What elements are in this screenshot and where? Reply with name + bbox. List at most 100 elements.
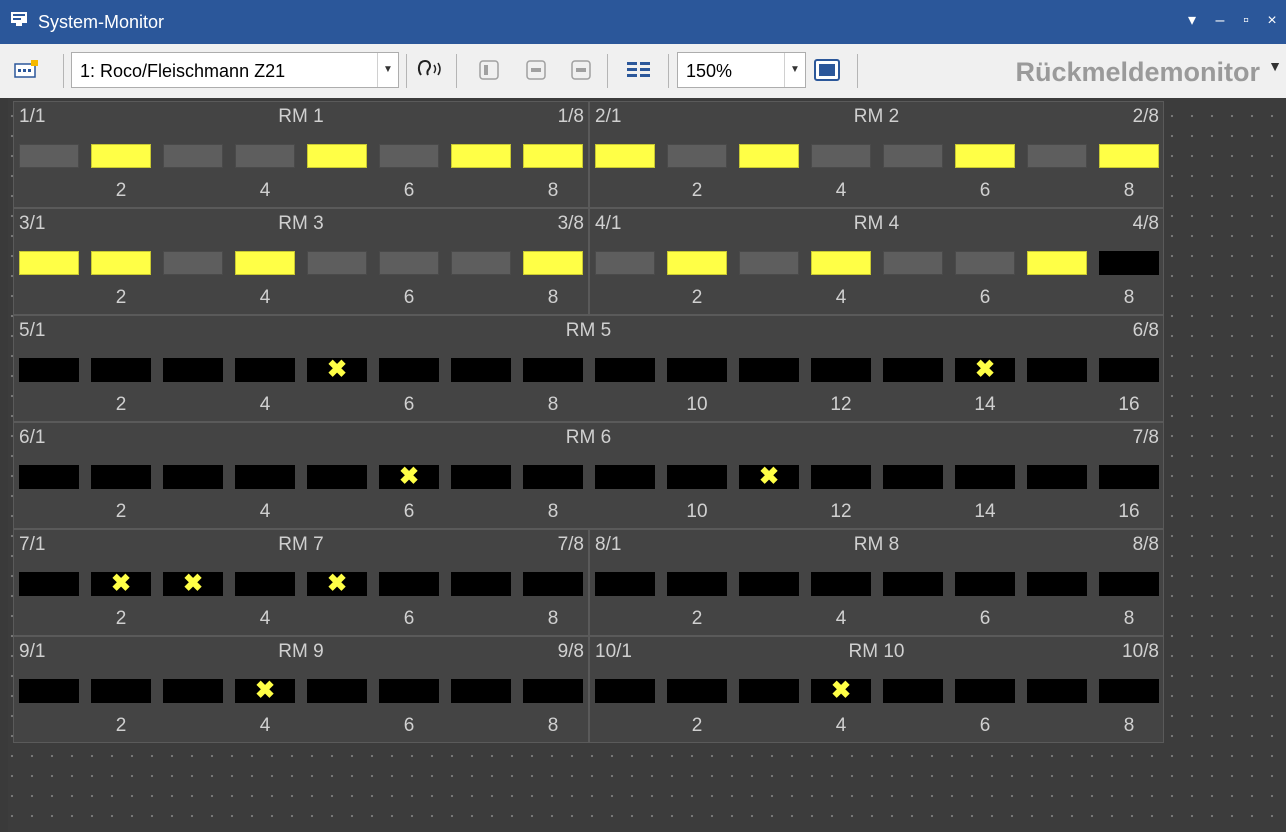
- feedback-port[interactable]: [1099, 679, 1159, 703]
- feedback-port[interactable]: [739, 251, 799, 275]
- feedback-port[interactable]: [19, 572, 79, 596]
- feedback-port[interactable]: [811, 358, 871, 382]
- single-view-icon[interactable]: [525, 59, 547, 81]
- zoom-select[interactable]: 150% ▼: [677, 52, 806, 88]
- feedback-port[interactable]: [955, 251, 1015, 275]
- feedback-port[interactable]: [667, 465, 727, 489]
- listen-icon[interactable]: [415, 57, 445, 83]
- fullscreen-icon[interactable]: [813, 58, 841, 82]
- feedback-port[interactable]: [163, 465, 223, 489]
- feedback-port-error[interactable]: ✖: [379, 465, 439, 489]
- feedback-port[interactable]: [235, 358, 295, 382]
- feedback-port[interactable]: [19, 144, 79, 168]
- feedback-port[interactable]: [955, 465, 1015, 489]
- feedback-port[interactable]: [19, 358, 79, 382]
- feedback-port[interactable]: [955, 144, 1015, 168]
- feedback-port[interactable]: [235, 572, 295, 596]
- feedback-port[interactable]: [19, 251, 79, 275]
- feedback-port[interactable]: [811, 572, 871, 596]
- feedback-port[interactable]: [523, 144, 583, 168]
- feedback-port[interactable]: [883, 144, 943, 168]
- feedback-port[interactable]: [1099, 465, 1159, 489]
- feedback-port[interactable]: [19, 465, 79, 489]
- feedback-port[interactable]: [379, 572, 439, 596]
- feedback-port[interactable]: [739, 679, 799, 703]
- station-select[interactable]: 1: Roco/Fleischmann Z21 ▼: [71, 52, 399, 88]
- feedback-port[interactable]: [595, 572, 655, 596]
- feedback-port[interactable]: [883, 358, 943, 382]
- feedback-port[interactable]: [451, 465, 511, 489]
- feedback-port[interactable]: [811, 144, 871, 168]
- feedback-port[interactable]: [883, 679, 943, 703]
- feedback-port[interactable]: [379, 679, 439, 703]
- feedback-port[interactable]: [1027, 572, 1087, 596]
- feedback-port[interactable]: [667, 144, 727, 168]
- feedback-port[interactable]: [307, 465, 367, 489]
- feedback-port[interactable]: [163, 358, 223, 382]
- feedback-port[interactable]: [235, 144, 295, 168]
- feedback-port[interactable]: [379, 358, 439, 382]
- feedback-port[interactable]: [451, 572, 511, 596]
- feedback-port[interactable]: [307, 144, 367, 168]
- feedback-port[interactable]: [379, 251, 439, 275]
- feedback-port[interactable]: [739, 572, 799, 596]
- feedback-port[interactable]: [667, 572, 727, 596]
- feedback-port[interactable]: [523, 679, 583, 703]
- feedback-port[interactable]: [163, 251, 223, 275]
- feedback-port[interactable]: [19, 679, 79, 703]
- feedback-port[interactable]: [235, 251, 295, 275]
- feedback-port[interactable]: [523, 572, 583, 596]
- feedback-port[interactable]: [91, 679, 151, 703]
- close-button[interactable]: ×: [1262, 10, 1282, 32]
- feedback-port[interactable]: [883, 251, 943, 275]
- view-menu-chevron-icon[interactable]: ▼: [1268, 58, 1282, 74]
- feedback-port[interactable]: [307, 679, 367, 703]
- feedback-port[interactable]: [595, 358, 655, 382]
- feedback-port[interactable]: [739, 358, 799, 382]
- station-settings-icon[interactable]: [14, 59, 40, 81]
- minimize-button[interactable]: –: [1210, 10, 1230, 32]
- dropdown-icon[interactable]: ▾: [1182, 10, 1202, 32]
- feedback-port-error[interactable]: ✖: [307, 358, 367, 382]
- feedback-port-error[interactable]: ✖: [955, 358, 1015, 382]
- feedback-port[interactable]: [1099, 572, 1159, 596]
- feedback-port[interactable]: [523, 465, 583, 489]
- feedback-port[interactable]: [1027, 251, 1087, 275]
- prev-icon[interactable]: [478, 59, 500, 81]
- feedback-port[interactable]: [955, 679, 1015, 703]
- feedback-port[interactable]: [1027, 144, 1087, 168]
- feedback-port[interactable]: [523, 358, 583, 382]
- feedback-port[interactable]: [451, 679, 511, 703]
- feedback-port[interactable]: [1099, 251, 1159, 275]
- feedback-port[interactable]: [955, 572, 1015, 596]
- feedback-port[interactable]: [667, 358, 727, 382]
- feedback-port-error[interactable]: ✖: [91, 572, 151, 596]
- feedback-port-error[interactable]: ✖: [307, 572, 367, 596]
- feedback-port[interactable]: [163, 679, 223, 703]
- maximize-button[interactable]: ▫: [1236, 10, 1256, 32]
- feedback-port[interactable]: [883, 465, 943, 489]
- feedback-port[interactable]: [739, 144, 799, 168]
- feedback-port-error[interactable]: ✖: [739, 465, 799, 489]
- feedback-port[interactable]: [1027, 465, 1087, 489]
- feedback-port[interactable]: [451, 358, 511, 382]
- feedback-port[interactable]: [1027, 679, 1087, 703]
- feedback-port[interactable]: [307, 251, 367, 275]
- feedback-port[interactable]: [379, 144, 439, 168]
- feedback-port[interactable]: [91, 144, 151, 168]
- feedback-port[interactable]: [595, 251, 655, 275]
- feedback-port[interactable]: [595, 144, 655, 168]
- feedback-port[interactable]: [523, 251, 583, 275]
- feedback-port-error[interactable]: ✖: [235, 679, 295, 703]
- feedback-port[interactable]: [1099, 358, 1159, 382]
- feedback-port[interactable]: [667, 679, 727, 703]
- chevron-down-icon[interactable]: ▼: [784, 53, 805, 87]
- double-view-icon[interactable]: [570, 59, 592, 81]
- feedback-port[interactable]: [451, 144, 511, 168]
- feedback-port[interactable]: [91, 358, 151, 382]
- feedback-port[interactable]: [451, 251, 511, 275]
- feedback-port[interactable]: [595, 465, 655, 489]
- feedback-port-error[interactable]: ✖: [811, 679, 871, 703]
- feedback-port[interactable]: [91, 465, 151, 489]
- feedback-port[interactable]: [811, 251, 871, 275]
